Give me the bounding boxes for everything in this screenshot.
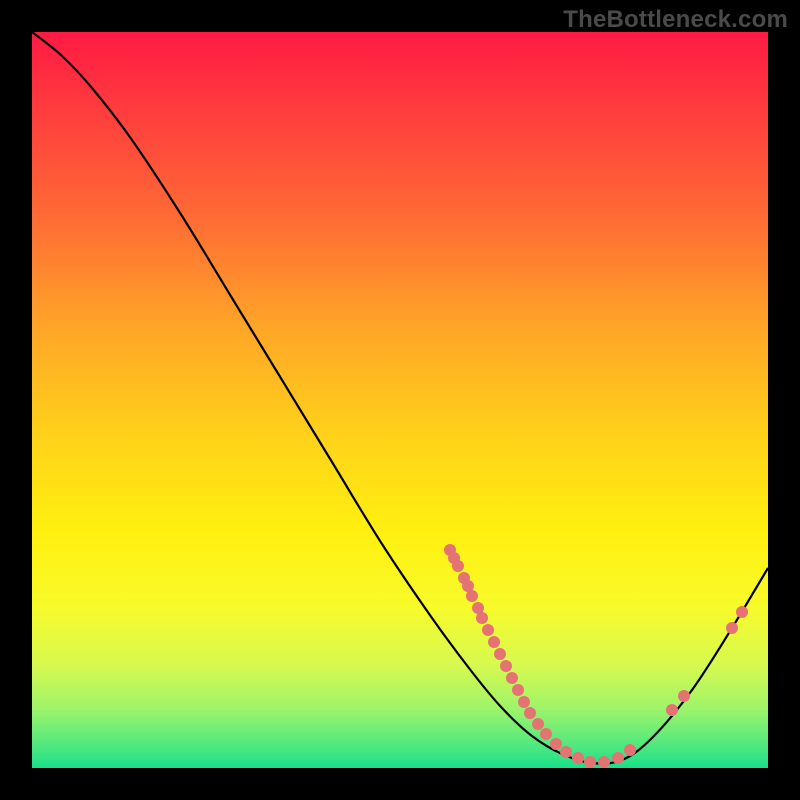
data-dot — [466, 590, 478, 602]
data-dot — [736, 606, 748, 618]
data-dot — [624, 744, 636, 756]
data-dot — [678, 690, 690, 702]
watermark-label: TheBottleneck.com — [563, 6, 788, 34]
data-dot — [512, 684, 524, 696]
data-dot — [488, 636, 500, 648]
plot-area — [32, 32, 768, 768]
data-dot — [452, 560, 464, 572]
data-dot — [612, 752, 624, 764]
data-dot — [518, 696, 530, 708]
data-dot — [482, 624, 494, 636]
bottleneck-curve — [32, 32, 768, 764]
data-dot — [476, 612, 488, 624]
data-dot — [560, 746, 572, 758]
data-dot — [506, 672, 518, 684]
data-dot — [572, 752, 584, 764]
bottleneck-curve-svg — [32, 32, 768, 768]
chart-frame: TheBottleneck.com — [0, 0, 800, 800]
data-dot — [584, 756, 596, 768]
data-dot — [494, 648, 506, 660]
data-dot — [500, 660, 512, 672]
data-dot — [666, 704, 678, 716]
data-dots — [444, 544, 748, 768]
data-dot — [598, 756, 610, 768]
data-dot — [524, 707, 536, 719]
data-dot — [532, 718, 544, 730]
data-dot — [726, 622, 738, 634]
data-dot — [540, 728, 552, 740]
data-dot — [550, 738, 562, 750]
